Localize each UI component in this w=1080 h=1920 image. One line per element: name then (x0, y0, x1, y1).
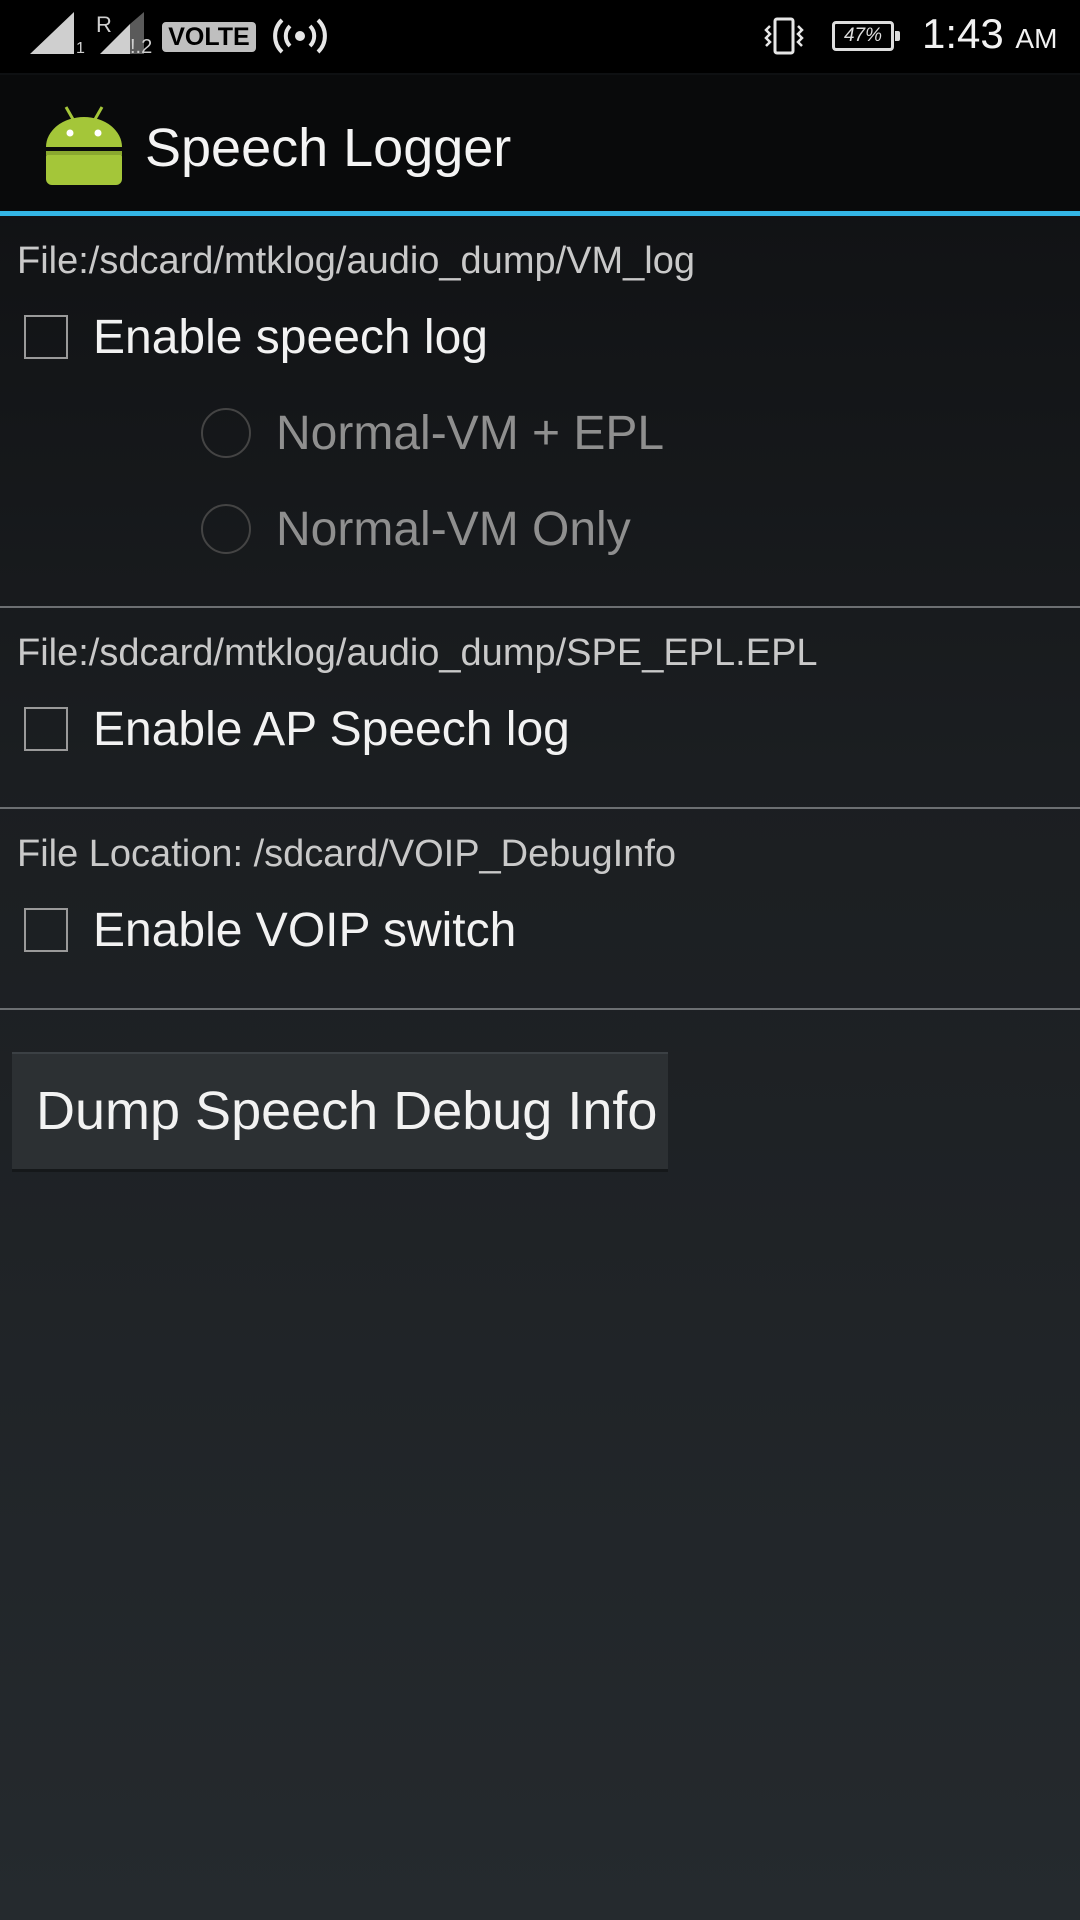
clock: 1:43 AM (922, 10, 1057, 58)
clock-ampm: AM (1015, 23, 1058, 54)
battery-icon: 47% (832, 21, 900, 51)
app-title: Speech Logger (145, 118, 512, 178)
radio-normal-vm-only[interactable]: Normal-VM Only (201, 502, 631, 556)
voip-path: File Location: /sdcard/VOIP_DebugInfo (17, 833, 677, 875)
radio-normal-vm-only-label[interactable]: Normal-VM Only (276, 502, 631, 557)
enable-voip-switch-label[interactable]: Enable VOIP switch (93, 903, 516, 958)
sim2-label: !.2 (130, 36, 153, 58)
radio-normal-vm-only-circle[interactable] (201, 504, 251, 554)
enable-speech-log-row[interactable]: Enable speech log (24, 310, 488, 365)
speech-log-section: File:/sdcard/mtklog/audio_dump/VM_log En… (0, 216, 1080, 608)
epl-path: File:/sdcard/mtklog/audio_dump/SPE_EPL.E… (17, 632, 818, 674)
volte-badge: VOLTE (162, 22, 256, 52)
enable-ap-speech-log-checkbox[interactable] (24, 707, 68, 751)
vm-log-path: File:/sdcard/mtklog/audio_dump/VM_log (17, 240, 696, 282)
radio-normal-vm-epl-circle[interactable] (201, 408, 251, 458)
action-bar: Speech Logger (0, 75, 1080, 216)
dump-speech-debug-info-button[interactable]: Dump Speech Debug Info (12, 1052, 668, 1172)
vibrate-icon (764, 17, 804, 55)
clock-time: 1:43 (922, 10, 1004, 57)
radio-normal-vm-epl[interactable]: Normal-VM + EPL (201, 406, 664, 460)
enable-ap-speech-log-row[interactable]: Enable AP Speech log (24, 702, 570, 757)
ap-speech-log-section: File:/sdcard/mtklog/audio_dump/SPE_EPL.E… (0, 608, 1080, 809)
enable-ap-speech-log-label[interactable]: Enable AP Speech log (93, 702, 570, 757)
enable-voip-switch-row[interactable]: Enable VOIP switch (24, 903, 516, 958)
enable-speech-log-checkbox[interactable] (24, 315, 68, 359)
radio-normal-vm-epl-label[interactable]: Normal-VM + EPL (276, 406, 664, 461)
status-bar: 1 R !.2 VOLTE 47% 1:43 AM (0, 0, 1080, 73)
enable-speech-log-label[interactable]: Enable speech log (93, 310, 488, 365)
signal-icon (30, 12, 74, 54)
sim1-label: 1 (76, 40, 85, 57)
roaming-indicator: R (96, 12, 112, 37)
android-icon (46, 106, 122, 185)
enable-voip-switch-checkbox[interactable] (24, 908, 68, 952)
hotspot-icon (273, 18, 327, 54)
voip-section: File Location: /sdcard/VOIP_DebugInfo En… (0, 809, 1080, 1010)
